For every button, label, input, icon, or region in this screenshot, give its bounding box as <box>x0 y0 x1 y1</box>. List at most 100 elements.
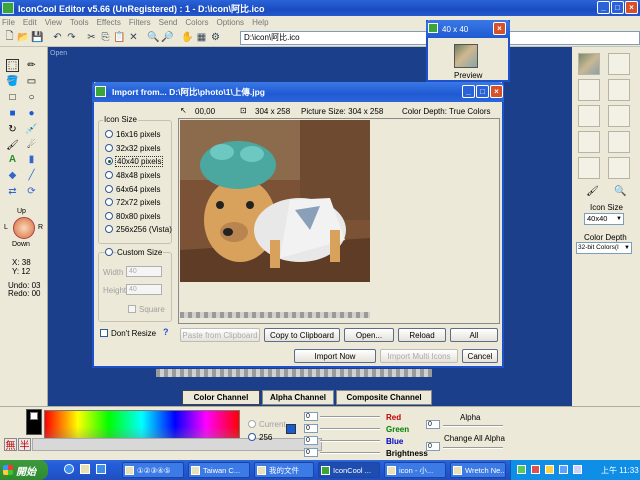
task-item-6[interactable]: Wretch Ne... <box>450 462 506 478</box>
height-input[interactable]: 40 <box>126 284 162 295</box>
menu-file[interactable]: File <box>2 18 15 27</box>
square-checkbox[interactable] <box>128 305 136 313</box>
brightness-value[interactable]: 0 <box>304 448 318 457</box>
rectangle-icon[interactable]: □ <box>6 91 19 104</box>
icon-slot-5[interactable] <box>578 105 600 127</box>
direction-pad[interactable] <box>13 217 35 239</box>
tab-color-channel[interactable]: Color Channel <box>182 390 260 405</box>
redo-icon[interactable]: ↷ <box>65 31 78 44</box>
icon-slot-4[interactable] <box>608 79 630 101</box>
size-radio-72[interactable] <box>105 198 113 206</box>
paste-from-clipboard-button[interactable]: Paste from Clipboard <box>180 328 260 342</box>
flip-icon[interactable]: ⇄ <box>6 185 19 198</box>
paste-icon[interactable]: 📋 <box>113 31 126 44</box>
icon-slot-10[interactable] <box>608 157 630 179</box>
dropper-icon[interactable]: 💉 <box>25 123 38 136</box>
hand-icon[interactable]: ✋ <box>181 31 194 44</box>
menu-options[interactable]: Options <box>216 18 244 27</box>
palette-swatch-white[interactable] <box>30 412 38 420</box>
paint-icon[interactable]: 🖌 <box>586 185 599 198</box>
maximize-button[interactable]: □ <box>611 1 624 14</box>
green-value[interactable]: 0 <box>304 424 318 433</box>
menu-edit[interactable]: Edit <box>23 18 37 27</box>
tray-network-icon[interactable] <box>545 465 554 474</box>
menu-effects[interactable]: Effects <box>97 18 121 27</box>
ime-mode-2[interactable]: 半 <box>18 438 31 452</box>
colors-256-radio[interactable] <box>248 433 256 441</box>
text-icon[interactable]: A <box>6 153 19 166</box>
brush-icon[interactable]: 🖌 <box>6 139 19 152</box>
alpha-slider[interactable] <box>443 425 503 427</box>
magnifier-icon[interactable]: 🔍 <box>614 185 627 198</box>
lasso-icon[interactable]: ↻ <box>6 123 19 136</box>
ellipse-icon[interactable]: ○ <box>25 91 38 104</box>
current-radio[interactable] <box>248 420 256 428</box>
replace-color-icon[interactable]: ◆ <box>6 169 19 182</box>
pencil-icon[interactable]: ✏ <box>25 59 38 72</box>
fill-icon[interactable]: 🪣 <box>6 75 19 88</box>
tab-alpha-channel[interactable]: Alpha Channel <box>262 390 334 405</box>
tray-antivirus-icon[interactable] <box>531 465 540 474</box>
brightness-slider[interactable] <box>320 452 380 454</box>
media-quicklaunch-icon[interactable] <box>96 464 106 474</box>
rotate-icon[interactable]: ⟳ <box>25 185 38 198</box>
icon-slot-9[interactable] <box>578 157 600 179</box>
open-folder-icon[interactable]: 📂 <box>17 31 30 44</box>
tab-composite-channel[interactable]: Composite Channel <box>336 390 432 405</box>
open-button[interactable]: Open... <box>344 328 394 342</box>
icon-slot-6[interactable] <box>608 105 630 127</box>
change-all-alpha-slider[interactable] <box>443 447 503 449</box>
size-radio-40[interactable] <box>105 157 113 165</box>
grid-icon[interactable]: ▦ <box>195 31 208 44</box>
cancel-button[interactable]: Cancel <box>462 349 498 363</box>
task-item-5[interactable]: icon - 小... <box>384 462 446 478</box>
red-slider[interactable] <box>320 416 380 418</box>
task-item-1[interactable]: ①②③④⑤ <box>122 462 184 478</box>
size-radio-80[interactable] <box>105 212 113 220</box>
preview-close-button[interactable]: × <box>493 22 506 35</box>
minimize-button[interactable]: _ <box>597 1 610 14</box>
new-icon[interactable]: 🗋 <box>3 31 16 44</box>
select-icon[interactable]: ⬚ <box>6 59 19 72</box>
icon-size-select[interactable]: 40x40 ▼ <box>584 213 624 225</box>
delete-icon[interactable]: ✕ <box>127 31 140 44</box>
size-radio-64[interactable] <box>105 185 113 193</box>
color-depth-select[interactable]: 32-bit Colors(I ▼ <box>576 242 632 254</box>
blue-slider[interactable] <box>320 440 380 442</box>
close-button[interactable]: × <box>625 1 638 14</box>
menu-colors[interactable]: Colors <box>185 18 208 27</box>
menu-send[interactable]: Send <box>159 18 178 27</box>
zoom-out-icon[interactable]: 🔎 <box>161 31 174 44</box>
menu-tools[interactable]: Tools <box>70 18 89 27</box>
dialog-maximize-button[interactable]: □ <box>476 85 489 98</box>
task-item-3[interactable]: 我的文件 <box>254 462 314 478</box>
tray-volume-icon[interactable] <box>559 465 568 474</box>
desktop-quicklaunch-icon[interactable] <box>80 464 90 474</box>
start-button[interactable]: 開始 <box>0 460 48 480</box>
ie-quicklaunch-icon[interactable] <box>64 464 74 474</box>
task-item-4[interactable]: IconCool ... <box>318 462 380 478</box>
menu-filters[interactable]: Filters <box>129 18 151 27</box>
help-icon[interactable]: ? <box>163 327 169 337</box>
alpha-value[interactable]: 0 <box>426 420 440 429</box>
copy-icon[interactable]: ⎘ <box>99 31 112 44</box>
undo-icon[interactable]: ↶ <box>51 31 64 44</box>
change-all-alpha-value[interactable]: 0 <box>426 442 440 451</box>
tray-app-icon[interactable] <box>517 465 526 474</box>
icon-slot-3[interactable] <box>578 79 600 101</box>
eraser-icon[interactable]: ▭ <box>25 75 38 88</box>
width-input[interactable]: 40 <box>126 266 162 277</box>
size-radio-32[interactable] <box>105 144 113 152</box>
test-icon[interactable]: ⚙ <box>209 31 222 44</box>
reload-button[interactable]: Reload <box>398 328 446 342</box>
filled-ellipse-icon[interactable]: ● <box>25 107 38 120</box>
copy-to-clipboard-button[interactable]: Copy to Clipboard <box>264 328 340 342</box>
blue-value[interactable]: 0 <box>304 436 318 445</box>
menu-view[interactable]: View <box>45 18 62 27</box>
save-icon[interactable]: 💾 <box>31 31 44 44</box>
gradient-icon[interactable]: ▮ <box>25 153 38 166</box>
line-icon[interactable]: ╱ <box>25 169 38 182</box>
dialog-minimize-button[interactable]: _ <box>462 85 475 98</box>
icon-slot-2[interactable] <box>608 53 630 75</box>
tray-ime-icon[interactable] <box>573 465 582 474</box>
